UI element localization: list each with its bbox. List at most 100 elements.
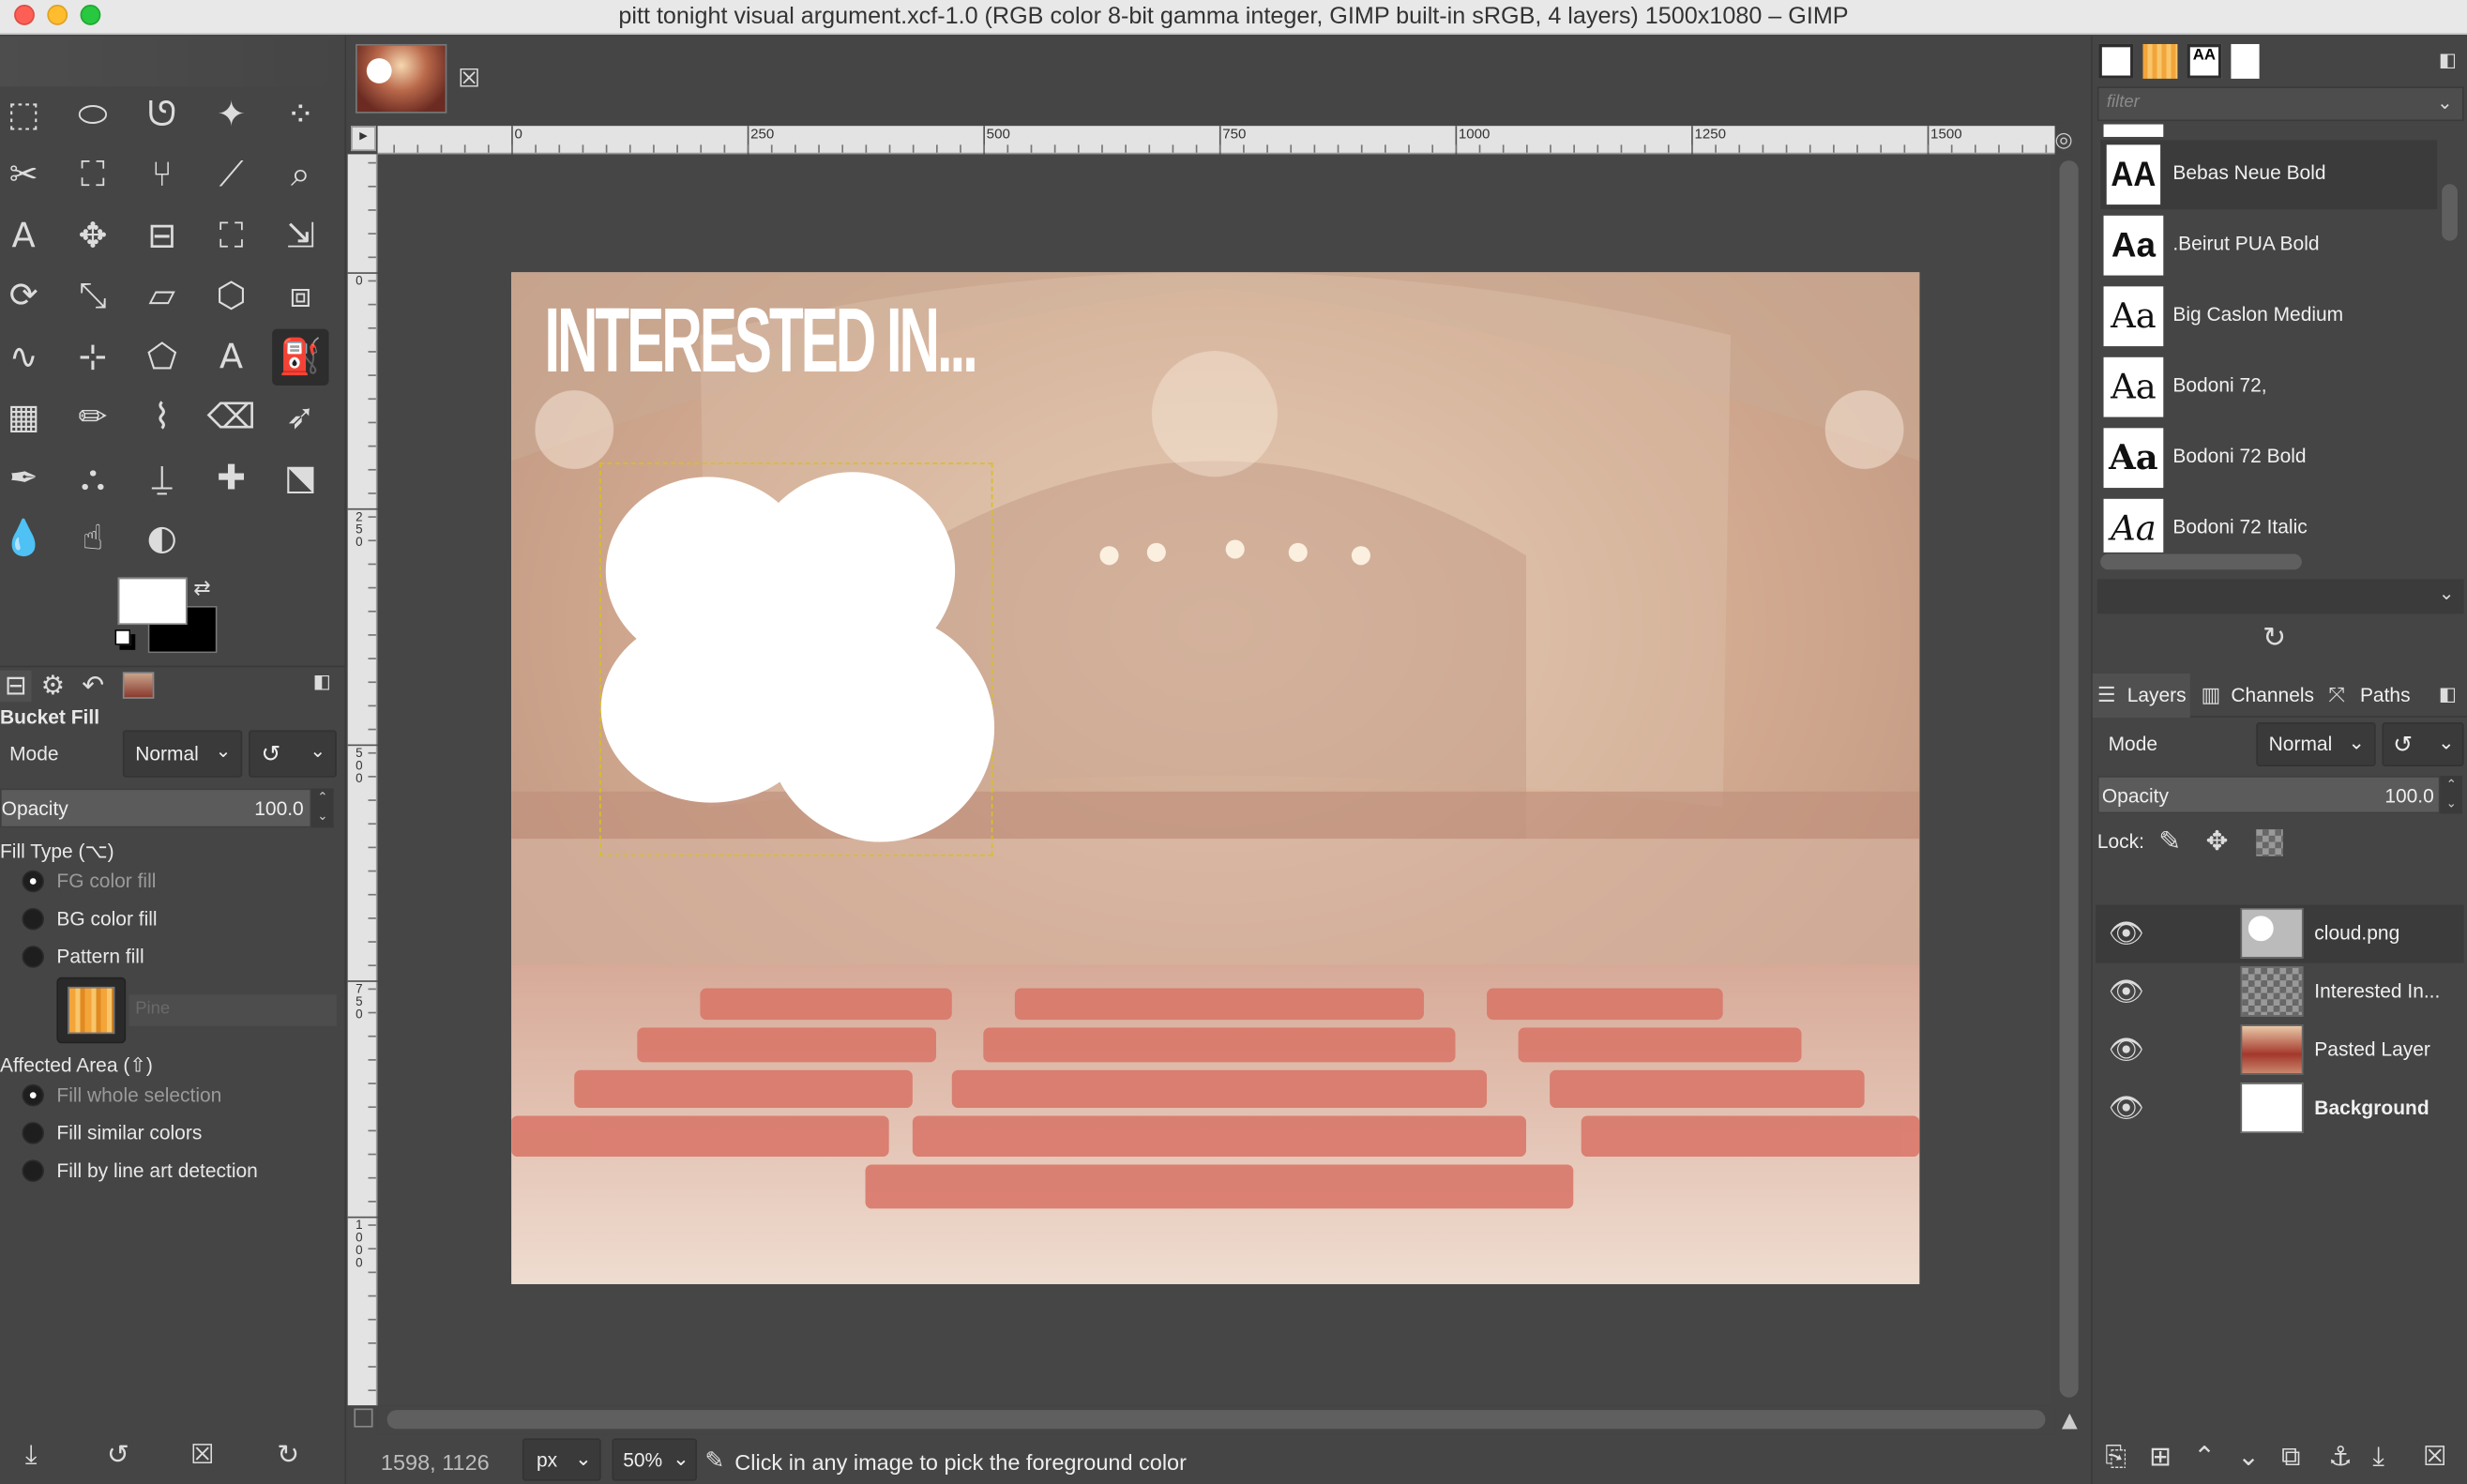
fonts-tab[interactable]: AA	[2187, 43, 2222, 79]
default-colors-icon[interactable]	[114, 629, 131, 645]
paths-tab[interactable]: ⤧ Paths	[2325, 674, 2429, 718]
bg-fill-radio[interactable]	[22, 907, 44, 931]
clone-tool-icon[interactable]: ⍊	[134, 450, 190, 507]
lock-pixels-icon[interactable]: ✎	[2158, 826, 2181, 858]
interested-in-text-layer[interactable]: INTERESTED IN...	[544, 288, 978, 393]
font-hscrollbar[interactable]	[2097, 551, 2439, 572]
restore-options-icon[interactable]: ↺	[107, 1440, 129, 1472]
layers-opacity-slider[interactable]: Opacity 100.0	[2096, 776, 2441, 814]
delete-layer-icon[interactable]: ☒	[2423, 1442, 2447, 1474]
duplicate-layer-icon[interactable]: ⧉	[2281, 1442, 2300, 1474]
raise-layer-icon[interactable]: ⌃	[2193, 1442, 2216, 1474]
blur-tool-icon[interactable]: 💧	[0, 510, 52, 567]
anchor-layer-icon[interactable]: ⚓	[2328, 1442, 2353, 1474]
pencil-tool-icon[interactable]: ✏	[65, 389, 121, 446]
opacity-slider[interactable]: Opacity 100.0	[0, 788, 312, 828]
reset-options-icon[interactable]: ↻	[277, 1440, 299, 1472]
fuzzy-select-tool-icon[interactable]: ✦	[203, 86, 259, 143]
font-dropdown-bar[interactable]: ⌄	[2096, 579, 2464, 614]
font-item[interactable]: Aa Bodoni 72 Italic	[2100, 494, 2437, 553]
layers-tab[interactable]: ☰ Layers	[2092, 674, 2190, 718]
rotate-tool-icon[interactable]: ⟳	[0, 268, 52, 325]
cage-transform-tool-icon[interactable]: ⬠	[134, 329, 190, 386]
document-history-tab[interactable]	[2231, 43, 2260, 79]
warp-transform-tool-icon[interactable]: ∿	[0, 329, 52, 386]
canvas-viewport[interactable]: INTERESTED IN...	[377, 154, 2052, 1406]
ink-tool-icon[interactable]: ✒	[0, 450, 52, 507]
fill-whole-selection-radio[interactable]	[22, 1083, 44, 1107]
close-tab-icon[interactable]: ☒	[458, 63, 480, 93]
zoom-tool-icon[interactable]: ⌕	[272, 147, 328, 204]
reset-mode-dropdown[interactable]: ↺ ⌄	[249, 730, 337, 778]
layer-row[interactable]: 👁 Background	[2096, 1080, 2463, 1138]
mypaint-brush-tool-icon[interactable]: ⛬	[65, 450, 121, 507]
ellipse-select-tool-icon[interactable]: ⬭	[65, 86, 121, 143]
font-item[interactable]: Aa .Beirut PUA Bold	[2100, 211, 2437, 280]
handle-transform-tool-icon[interactable]: ⊹	[65, 329, 121, 386]
eraser-tool-icon[interactable]: ⌫	[203, 389, 259, 446]
font-list-scrollbar[interactable]	[2439, 125, 2464, 550]
image-tab-thumbnail[interactable]	[356, 43, 447, 114]
crop-tool-icon[interactable]: ⛶	[203, 207, 259, 264]
layer-row[interactable]: 👁 Pasted Layer	[2096, 1022, 2463, 1080]
configure-tab-icon[interactable]: ◧	[2439, 49, 2457, 70]
airbrush-tool-icon[interactable]: ➶	[272, 389, 328, 446]
select-by-color-tool-icon[interactable]: ⁘	[272, 86, 328, 143]
paths-tool-icon[interactable]: ⑂	[134, 147, 190, 204]
font-item[interactable]: Aa Big Caslon Medium	[2100, 281, 2437, 351]
layer-row[interactable]: 👁 cloud.png	[2096, 904, 2464, 963]
layers-reset-dropdown[interactable]: ↺ ⌄	[2382, 722, 2464, 767]
delete-options-icon[interactable]: ☒	[190, 1440, 215, 1472]
lower-layer-icon[interactable]: ⌄	[2237, 1442, 2260, 1474]
navigate-icon[interactable]: ◎	[2055, 128, 2081, 153]
new-layer-icon[interactable]: ⎘	[2105, 1442, 2126, 1474]
fill-line-art-radio[interactable]	[22, 1159, 44, 1182]
save-options-icon[interactable]: ⤓	[25, 1440, 38, 1472]
rect-select-tool-icon[interactable]: ⬚	[0, 86, 52, 143]
shear-tool-icon[interactable]: ▱	[134, 268, 190, 325]
layers-mode-dropdown[interactable]: Normal ⌄	[2256, 722, 2376, 767]
scissors-select-tool-icon[interactable]: ✂	[0, 147, 52, 204]
images-tab-icon[interactable]	[122, 672, 155, 699]
perspective-clone-tool-icon[interactable]: ⬔	[272, 450, 328, 507]
unified-transform-tool-icon[interactable]: ⇲	[272, 207, 328, 264]
refresh-fonts-icon[interactable]: ↻	[2263, 622, 2286, 655]
device-status-tab-icon[interactable]: ⚙	[41, 671, 66, 703]
pattern-fill-radio[interactable]	[22, 946, 44, 968]
gradient-tool-icon[interactable]: ▦	[0, 389, 52, 446]
scale-tool-icon[interactable]: ⤡	[65, 268, 121, 325]
color-picker-tool-icon[interactable]: ⟋	[203, 147, 259, 204]
foreground-select-tool-icon[interactable]: ⛶	[65, 147, 121, 204]
merge-layer-icon[interactable]: ⤓	[2372, 1442, 2384, 1474]
configure-tab-icon[interactable]: ◧	[313, 671, 331, 692]
text-tool-icon[interactable]: A	[203, 329, 259, 386]
eye-icon[interactable]: 👁	[2109, 976, 2146, 1008]
cloud-layer[interactable]	[599, 462, 995, 856]
new-layer-group-icon[interactable]: ⊞	[2149, 1442, 2172, 1474]
undo-history-tab-icon[interactable]: ↶	[82, 671, 104, 703]
image-canvas[interactable]: INTERESTED IN...	[511, 272, 1920, 1284]
heal-tool-icon[interactable]: ✚	[203, 450, 259, 507]
vertical-scroll-thumb[interactable]	[2059, 160, 2079, 1398]
perspective-tool-icon[interactable]: ⬡	[203, 268, 259, 325]
measure-tool-icon[interactable]: A	[0, 207, 52, 264]
quick-mask-icon[interactable]	[354, 1408, 373, 1428]
eye-icon[interactable]: 👁	[2109, 1034, 2146, 1067]
mode-dropdown[interactable]: Normal ⌄	[122, 730, 243, 778]
channels-tab[interactable]: ▥ Channels	[2197, 674, 2320, 718]
foreground-color-swatch[interactable]	[117, 577, 188, 626]
move-tool-icon[interactable]: ✥	[65, 207, 121, 264]
configure-tab-icon[interactable]: ◧	[2439, 683, 2457, 704]
paintbrush-tool-icon[interactable]: ⌇	[134, 389, 190, 446]
font-item[interactable]: Aa Bodoni 72,	[2100, 353, 2437, 422]
horizontal-scroll-thumb[interactable]	[386, 1410, 2046, 1430]
fg-fill-radio[interactable]	[22, 870, 44, 893]
free-select-tool-icon[interactable]: ᘎ	[134, 86, 190, 143]
font-filter-field[interactable]: filter ⌄	[2096, 86, 2464, 122]
opacity-spinner[interactable]: ⌃ ⌄	[311, 788, 334, 828]
font-item[interactable]: AA Bebas Neue Bold	[2100, 140, 2438, 210]
align-tool-icon[interactable]: ⊟	[134, 207, 190, 264]
quick-mask-toggle[interactable]: ▸	[351, 126, 376, 152]
font-list-scroll-thumb[interactable]	[2442, 184, 2458, 241]
lock-alpha-icon[interactable]	[2256, 829, 2283, 856]
